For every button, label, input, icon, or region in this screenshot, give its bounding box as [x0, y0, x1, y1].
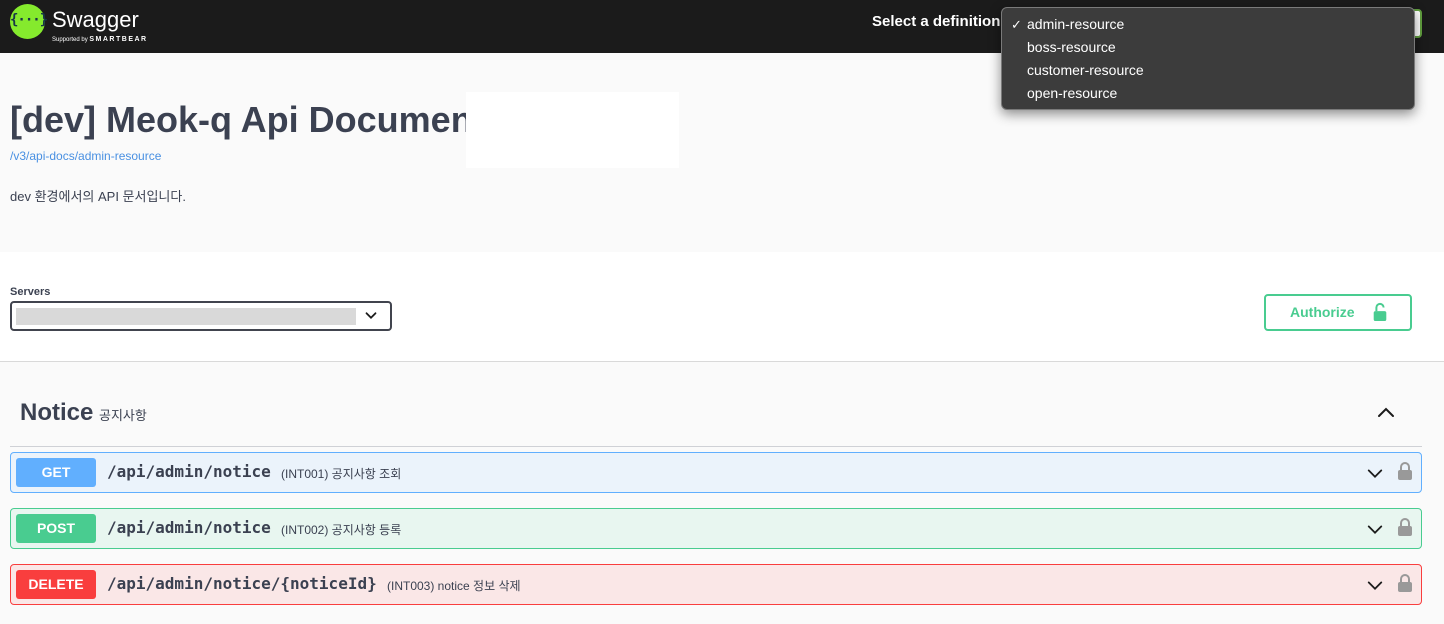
servers-select[interactable] — [10, 301, 392, 331]
authorize-button[interactable]: Authorize — [1264, 294, 1412, 331]
option-label: admin-resource — [1027, 16, 1125, 32]
swagger-logo[interactable]: {···} Swagger Supported by SMARTBEAR — [10, 4, 160, 46]
method-badge-post: POST — [16, 514, 96, 543]
tag-name: Notice — [20, 399, 94, 426]
operation-post-notice[interactable]: POST /api/admin/notice (INT002) 공지사항 등록 — [10, 508, 1422, 549]
chevron-up-icon[interactable] — [1376, 402, 1396, 422]
operation-delete-notice[interactable]: DELETE /api/admin/notice/{noticeId} (INT… — [10, 564, 1422, 605]
definition-option-admin-resource[interactable]: ✓ admin-resource — [1002, 13, 1414, 36]
definition-dropdown-menu: ✓ admin-resource boss-resource customer-… — [1001, 7, 1415, 110]
definition-option-customer-resource[interactable]: customer-resource — [1002, 59, 1414, 82]
logo-icon-text: {···} — [10, 12, 48, 28]
servers-label: Servers — [10, 286, 51, 298]
operation-path: /api/admin/notice — [107, 462, 271, 481]
option-label: customer-resource — [1027, 62, 1144, 78]
chevron-down-icon — [365, 312, 377, 319]
brand-supported-by: Supported by SMARTBEAR — [52, 36, 148, 43]
supported-by-text: Supported by — [52, 37, 88, 43]
api-description: dev 환경에서의 API 문서입니다. — [10, 189, 186, 204]
brand-name: Swagger — [52, 7, 139, 32]
redacted-server-url — [16, 308, 356, 325]
redacted-version-badge — [466, 92, 679, 168]
tag-header-notice[interactable]: Notice 공지사항 — [10, 378, 1422, 447]
lock-icon[interactable] — [1397, 517, 1413, 537]
chevron-down-icon[interactable] — [1366, 521, 1384, 539]
definition-option-boss-resource[interactable]: boss-resource — [1002, 36, 1414, 59]
authorize-label: Authorize — [1290, 304, 1355, 320]
select-definition-label: Select a definition — [872, 13, 1001, 30]
operation-path: /api/admin/notice — [107, 518, 271, 537]
page-title: [dev] Meok-q Api Document — [10, 99, 485, 140]
check-icon: ✓ — [1011, 17, 1022, 32]
operation-summary: (INT003) notice 정보 삭제 — [387, 579, 521, 593]
lock-icon[interactable] — [1397, 461, 1413, 481]
tag-description: 공지사항 — [99, 408, 147, 423]
scheme-container: Servers Authorize — [0, 252, 1444, 362]
operation-path: /api/admin/notice/{noticeId} — [107, 574, 377, 593]
lock-icon[interactable] — [1397, 573, 1413, 593]
method-badge-get: GET — [16, 458, 96, 487]
api-docs-link[interactable]: /v3/api-docs/admin-resource — [10, 149, 161, 163]
chevron-down-icon[interactable] — [1366, 577, 1384, 595]
unlocked-lock-icon — [1373, 302, 1387, 321]
option-label: open-resource — [1027, 85, 1118, 101]
operation-summary: (INT002) 공지사항 등록 — [281, 523, 402, 537]
operation-get-notice[interactable]: GET /api/admin/notice (INT001) 공지사항 조회 — [10, 452, 1422, 493]
method-badge-delete: DELETE — [16, 570, 96, 599]
company-name: SMARTBEAR — [89, 36, 148, 43]
option-label: boss-resource — [1027, 39, 1116, 55]
definition-option-open-resource[interactable]: open-resource — [1002, 82, 1414, 105]
chevron-down-icon[interactable] — [1366, 465, 1384, 483]
operation-summary: (INT001) 공지사항 조회 — [281, 467, 402, 481]
swagger-logo-icon: {···} — [10, 4, 48, 39]
